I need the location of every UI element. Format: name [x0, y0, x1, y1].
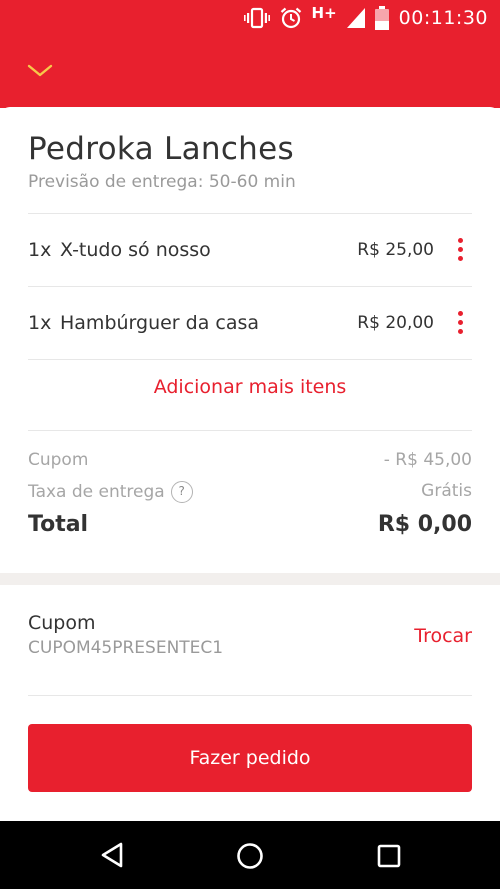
home-circle-icon[interactable]: [236, 842, 264, 874]
summary-coupon-value: - R$ 45,00: [383, 450, 472, 470]
network-type-label: H+: [311, 4, 337, 22]
change-coupon-button[interactable]: Trocar: [414, 625, 472, 647]
summary-coupon-label: Cupom: [28, 450, 89, 470]
signal-icon: [346, 8, 365, 28]
item-quantity: 1x: [28, 239, 52, 261]
coupon-code: CUPOM45PRESENTEC1: [28, 638, 224, 658]
battery-icon: [374, 6, 389, 30]
divider: [28, 430, 472, 431]
system-nav-bar: [0, 821, 500, 889]
total-label: Total: [28, 512, 89, 537]
divider: [28, 359, 472, 360]
delivery-fee-row: Taxa de entrega?: [28, 481, 193, 503]
app-header: [0, 36, 500, 108]
recents-square-icon[interactable]: [377, 844, 401, 872]
delivery-fee-label: Taxa de entrega: [28, 482, 165, 502]
delivery-fee-value: Grátis: [421, 481, 472, 501]
divider: [28, 695, 472, 696]
clock: 00:11:30: [398, 7, 488, 29]
section-separator: [0, 573, 500, 585]
item-quantity: 1x: [28, 312, 52, 334]
item-name: X-tudo só nosso: [60, 239, 211, 261]
back-triangle-icon[interactable]: [100, 842, 124, 872]
place-order-button[interactable]: Fazer pedido: [28, 724, 472, 792]
item-price: R$ 25,00: [357, 240, 434, 260]
item-options-icon[interactable]: [456, 238, 464, 264]
coupon-title: Cupom: [28, 612, 96, 634]
item-options-icon[interactable]: [456, 311, 464, 337]
chevron-down-icon[interactable]: [26, 63, 54, 79]
total-value: R$ 0,00: [377, 512, 472, 537]
status-bar: H+ 00:11:30: [0, 0, 500, 36]
vibrate-icon: [243, 7, 270, 29]
add-more-items-link[interactable]: Adicionar mais itens: [0, 376, 500, 398]
store-name: Pedroka Lanches: [28, 131, 294, 167]
order-item[interactable]: 1x Hambúrguer da casa R$ 20,00: [28, 287, 472, 359]
alarm-icon: [280, 7, 302, 29]
help-icon[interactable]: ?: [170, 481, 193, 503]
order-item[interactable]: 1x X-tudo só nosso R$ 25,00: [28, 214, 472, 286]
item-price: R$ 20,00: [357, 313, 434, 333]
item-name: Hambúrguer da casa: [60, 312, 260, 334]
delivery-estimate: Previsão de entrega: 50-60 min: [28, 172, 296, 192]
